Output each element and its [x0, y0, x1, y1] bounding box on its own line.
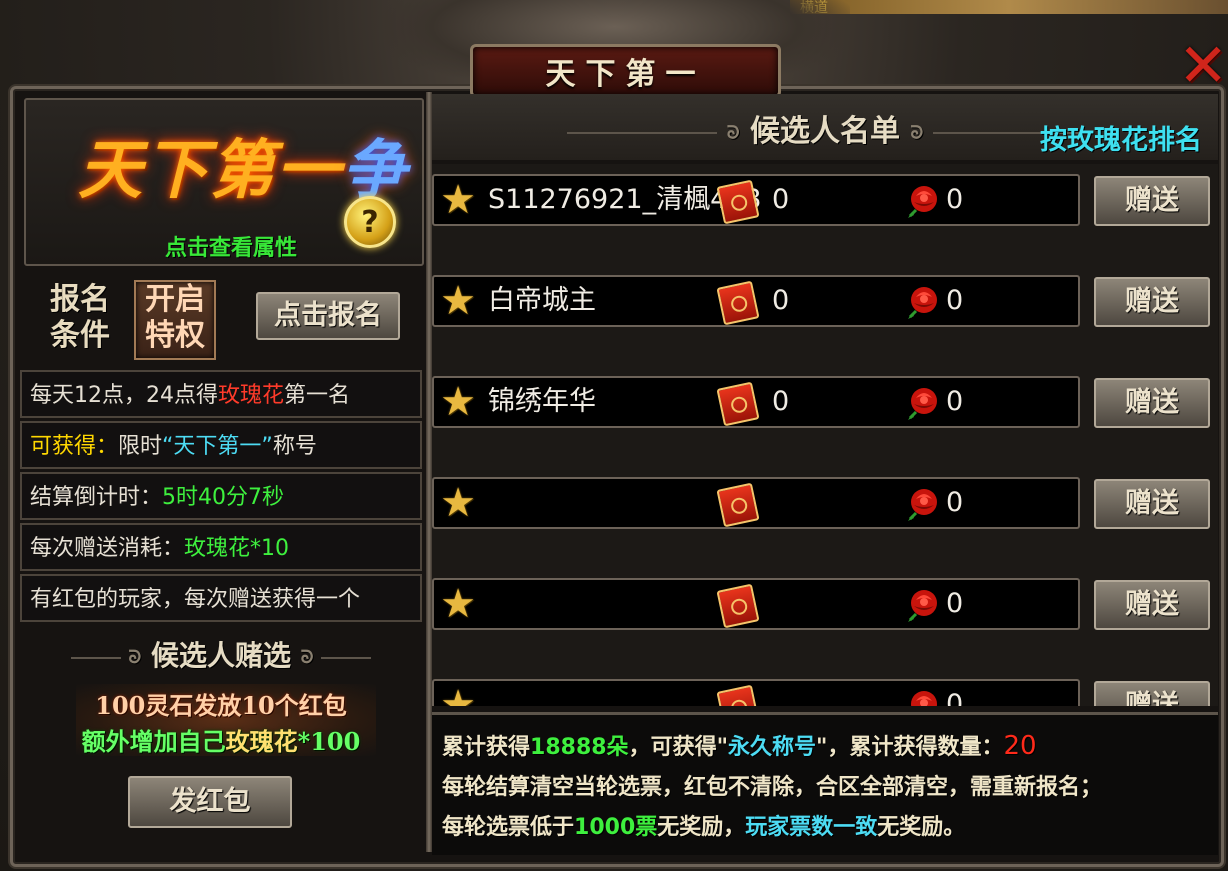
candidate-row: ★ 0 赠送 [432, 679, 1218, 706]
title-plate: 天下第一 [470, 44, 781, 98]
top-strip: 横道 [790, 0, 1228, 16]
star-icon: ★ [440, 581, 476, 627]
star-icon: ★ [440, 177, 476, 223]
info-rows: 每天12点，24点得玫瑰花第一名 可获得：限时“天下第一”称号 结算倒计时：5时… [20, 370, 422, 625]
gift-button[interactable]: 赠送 [1094, 378, 1210, 428]
footer-line-2: 每轮结算清空当轮选票，红包不清除，合区全部清空，需重新报名； [442, 775, 1103, 800]
candidate-row: ★ 0 赠送 [432, 578, 1218, 630]
requirement-label-line1: 报名 [50, 282, 110, 317]
footer-line-1: 累计获得18888朵，可获得"永久称号"，累计获得数量：20 [442, 731, 1037, 761]
star-icon: ★ [440, 278, 476, 324]
candidate-bar: ★ S11276921_清楓403 0 0 [432, 174, 1080, 226]
rose-icon [904, 485, 940, 523]
bet-section-title: ᘐ 候选人赌选 ᘐ [16, 634, 426, 674]
open-privilege-button[interactable]: 开启 特权 [134, 280, 216, 360]
red-envelope-icon [716, 583, 760, 629]
red-envelope-icon [716, 179, 760, 225]
redpack-count: 0 [772, 184, 790, 215]
gift-button[interactable]: 赠送 [1094, 681, 1210, 706]
star-icon: ★ [440, 379, 476, 425]
promo-text-2: 额外增加自己玫瑰花*100 [81, 727, 361, 756]
rose-icon [904, 283, 940, 321]
logo-box[interactable]: 天下第一争 ? 点击查看属性 [24, 98, 424, 266]
candidate-bar: ★ 0 [432, 477, 1080, 529]
candidate-bar: ★ 0 [432, 679, 1080, 706]
sort-by-roses-link[interactable]: 按玫瑰花排名 [1040, 118, 1202, 157]
rose-count: 0 [946, 487, 964, 518]
info-row-redpack-note: 有红包的玩家，每次赠送获得一个 [20, 574, 422, 622]
redpack-count: 0 [772, 285, 790, 316]
close-icon[interactable]: ✕ [1178, 36, 1228, 98]
rose-count: 0 [946, 689, 964, 706]
rose-icon [904, 182, 940, 220]
privilege-line1: 开启 [145, 282, 205, 317]
left-panel: 天下第一争 ? 点击查看属性 报名 条件 开启 特权 点击报名 每天12点，24… [16, 96, 426, 851]
rose-count: 0 [946, 184, 964, 215]
countdown-timer: 5时40分7秒 [162, 485, 285, 510]
rose-icon [904, 586, 940, 624]
window-title: 天下第一 [545, 57, 706, 92]
candidate-name: 锦绣年华 [488, 386, 596, 417]
rose-count: 0 [946, 386, 964, 417]
red-envelope-icon [716, 381, 760, 427]
star-icon: ★ [440, 480, 476, 526]
requirement-label: 报名 条件 [50, 282, 120, 354]
red-envelope-icon [716, 684, 760, 706]
candidate-list[interactable]: ★ S11276921_清楓403 0 0 赠送 ★ 白帝城主 0 0 赠送 ★ 锦绣年华 0 0 赠送 ★ 0… [432, 164, 1218, 706]
candidate-name: 白帝城主 [488, 285, 596, 316]
accumulated-count: 20 [1003, 731, 1037, 761]
view-attributes-link[interactable]: 点击查看属性 [26, 230, 436, 262]
info-row-countdown: 结算倒计时：5时40分7秒 [20, 472, 422, 520]
info-row-cost: 每次赠送消耗：玫瑰花*10 [20, 523, 422, 571]
redpack-count: 0 [772, 386, 790, 417]
gift-button[interactable]: 赠送 [1094, 277, 1210, 327]
send-redpack-button[interactable]: 发红包 [128, 776, 292, 828]
signup-button[interactable]: 点击报名 [256, 292, 400, 340]
rules-footer: 累计获得18888朵，可获得"永久称号"，累计获得数量：20 每轮结算清空当轮选… [432, 712, 1218, 855]
candidate-list-header: ᘐ 候选人名单 ᘐ 按玫瑰花排名 [432, 94, 1218, 160]
info-row-daily: 每天12点，24点得玫瑰花第一名 [20, 370, 422, 418]
candidate-row: ★ 锦绣年华 0 0 赠送 [432, 376, 1218, 428]
footer-line-3: 每轮选票低于1000票无奖励，玩家票数一致无奖励。 [442, 815, 966, 840]
candidate-bar: ★ 白帝城主 0 0 [432, 275, 1080, 327]
gift-button[interactable]: 赠送 [1094, 479, 1210, 529]
gift-button[interactable]: 赠送 [1094, 580, 1210, 630]
rose-count: 0 [946, 285, 964, 316]
candidate-row: ★ S11276921_清楓403 0 0 赠送 [432, 174, 1218, 226]
rose-count: 0 [946, 588, 964, 619]
red-envelope-icon [716, 482, 760, 528]
red-envelope-icon [716, 280, 760, 326]
candidate-row: ★ 0 赠送 [432, 477, 1218, 529]
info-row-reward: 可获得：限时“天下第一”称号 [20, 421, 422, 469]
rose-icon [904, 687, 940, 706]
promo-text-1: 100灵石发放10个红包 [95, 691, 347, 720]
candidate-bar: ★ 锦绣年华 0 0 [432, 376, 1080, 428]
candidate-row: ★ 白帝城主 0 0 赠送 [432, 275, 1218, 327]
rose-icon [904, 384, 940, 422]
star-icon: ★ [440, 682, 476, 706]
requirement-label-line2: 条件 [50, 318, 110, 353]
gift-button[interactable]: 赠送 [1094, 176, 1210, 226]
right-panel: ᘐ 候选人名单 ᘐ 按玫瑰花排名 ★ S11276921_清楓403 0 0 赠送 ★ 白帝… [432, 94, 1218, 855]
privilege-line2: 特权 [145, 318, 205, 353]
candidate-bar: ★ 0 [432, 578, 1080, 630]
